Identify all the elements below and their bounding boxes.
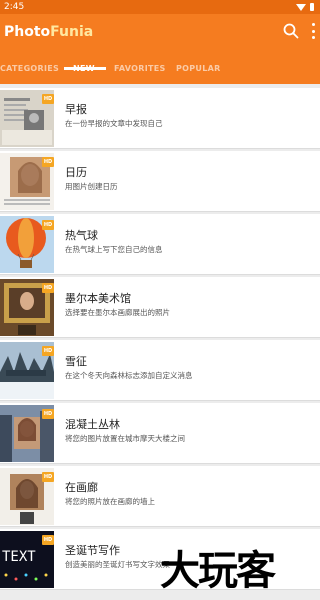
- status-icons: [296, 3, 314, 11]
- battery-icon: [310, 3, 314, 11]
- effect-title: 圣诞节写作: [65, 544, 120, 557]
- list-item[interactable]: HD 在画廊 将您的照片放在画廊的墙上: [0, 466, 320, 527]
- hd-badge: HD: [42, 535, 54, 545]
- hd-badge: HD: [42, 409, 54, 419]
- tab-categories[interactable]: CATEGORIES: [0, 58, 59, 84]
- tab-popular[interactable]: POPULAR: [176, 58, 221, 84]
- tab-bar: CATEGORIES NEW FAVORITES POPULAR: [0, 58, 320, 84]
- effect-description: 将您的图片放置在城市摩天大楼之间: [65, 434, 185, 443]
- list-item[interactable]: HD 墨尔本美术馆 选择要在墨尔本画廊展出的照片: [0, 277, 320, 338]
- thumb-text-label: TEXT: [2, 549, 36, 565]
- effect-description: 用图片创建日历: [65, 182, 118, 191]
- app-logo: PhotoFunia: [4, 24, 93, 40]
- effect-title: 雪征: [65, 355, 87, 368]
- status-bar: 2:45: [0, 0, 320, 14]
- list-item[interactable]: HD 日历 用图片创建日历: [0, 151, 320, 212]
- list-item[interactable]: HD 混凝土丛林 将您的图片放置在城市摩天大楼之间: [0, 403, 320, 464]
- hd-badge: HD: [42, 157, 54, 167]
- tab-new[interactable]: NEW: [73, 58, 95, 84]
- list-item[interactable]: HD 热气球 在热气球上写下您自己的信息: [0, 214, 320, 275]
- app-bar: PhotoFunia CATEGORIES NEW FAVORITES POPU…: [0, 14, 320, 84]
- effect-description: 在一份早报的文章中发现自己: [65, 119, 163, 128]
- active-tab-indicator: [64, 67, 106, 70]
- hd-badge: HD: [42, 346, 54, 356]
- logo-funia: Funia: [50, 24, 94, 40]
- effect-title: 热气球: [65, 229, 98, 242]
- list-item[interactable]: HD 早报 在一份早报的文章中发现自己: [0, 88, 320, 149]
- effect-title: 墨尔本美术馆: [65, 292, 131, 305]
- search-button[interactable]: [282, 22, 300, 40]
- more-dot-icon: [311, 29, 315, 33]
- hd-badge: HD: [42, 94, 54, 104]
- effect-description: 选择要在墨尔本画廊展出的照片: [65, 308, 170, 317]
- tab-favorites[interactable]: FAVORITES: [114, 58, 166, 84]
- effect-description: 创造美丽的圣诞灯书写文字效果: [65, 560, 170, 569]
- effect-description: 将您的照片放在画廊的墙上: [65, 497, 155, 506]
- effect-title: 在画廊: [65, 481, 98, 494]
- effect-title: 日历: [65, 166, 87, 179]
- effect-title: 混凝土丛林: [65, 418, 120, 431]
- more-dot-icon: [311, 36, 315, 39]
- hd-badge: HD: [42, 472, 54, 482]
- wifi-icon: [296, 3, 306, 11]
- search-icon: [283, 23, 299, 39]
- effect-title: 早报: [65, 103, 87, 116]
- logo-photo: Photo: [4, 24, 51, 40]
- status-time: 2:45: [4, 2, 25, 12]
- hd-badge: HD: [42, 220, 54, 230]
- hd-badge: HD: [42, 283, 54, 293]
- watermark: 大玩客: [160, 548, 276, 594]
- more-options-button[interactable]: [308, 22, 318, 40]
- effect-description: 在这个冬天向森林标志添加自定义消息: [65, 371, 193, 380]
- more-dot-icon: [311, 23, 315, 26]
- list-item[interactable]: HD 雪征 在这个冬天向森林标志添加自定义消息: [0, 340, 320, 401]
- effect-description: 在热气球上写下您自己的信息: [65, 245, 163, 254]
